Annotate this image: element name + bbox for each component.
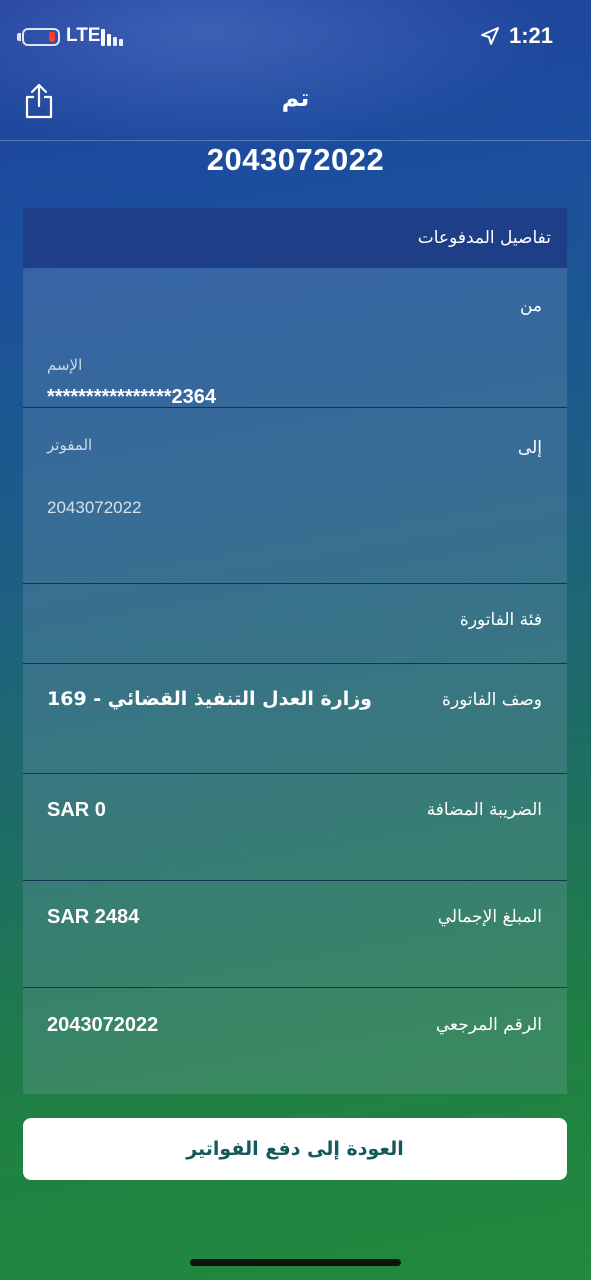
network-type: LTE xyxy=(66,25,101,46)
card-title: تفاصيل المدفوعات xyxy=(417,228,551,248)
row-from: من الإسم ****************2364 xyxy=(23,268,567,408)
row-total-amount: المبلغ الإجمالي SAR 2484 xyxy=(23,881,567,988)
bill-description-value: 169 - وزارة العدل التنفيذ القضائي xyxy=(47,688,372,710)
home-indicator[interactable] xyxy=(190,1259,401,1266)
bill-category-label: فئة الفاتورة xyxy=(459,610,542,630)
vat-label: الضريبة المضافة xyxy=(426,800,542,820)
payment-details-card: تفاصيل المدفوعات من الإسم **************… xyxy=(23,208,567,1094)
nav-divider xyxy=(0,140,591,141)
reference-number-label: الرقم المرجعي xyxy=(435,1015,542,1035)
from-sub-label: الإسم xyxy=(47,356,83,374)
from-value: ****************2364 xyxy=(47,386,217,408)
status-bar: LTE 1:21 xyxy=(0,0,591,76)
row-to: إلى المفوتر 2043072022 xyxy=(23,408,567,584)
row-bill-description: وصف الفاتورة 169 - وزارة العدل التنفيذ ا… xyxy=(23,664,567,774)
bill-description-label: وصف الفاتورة xyxy=(442,690,542,710)
page-title: تم xyxy=(281,84,310,112)
battery-cap xyxy=(17,33,21,41)
to-label: إلى xyxy=(517,438,542,458)
location-arrow-icon xyxy=(481,27,499,45)
total-amount-label: المبلغ الإجمالي xyxy=(437,907,542,927)
reference-number-value: 2043072022 xyxy=(47,1014,159,1036)
row-bill-category: فئة الفاتورة xyxy=(23,584,567,664)
row-vat: الضريبة المضافة SAR 0 xyxy=(23,774,567,881)
battery-level xyxy=(49,32,55,42)
reference-heading: 2043072022 xyxy=(206,142,385,177)
back-to-bill-payment-button[interactable]: العودة إلى دفع الفواتير xyxy=(23,1118,567,1180)
from-label: من xyxy=(519,296,542,316)
total-amount-value: SAR 2484 xyxy=(47,906,140,928)
to-sub-label: المفوتر xyxy=(47,436,93,454)
row-reference-number: الرقم المرجعي 2043072022 xyxy=(23,988,567,1094)
clock: 1:21 xyxy=(509,23,554,48)
card-header: تفاصيل المدفوعات xyxy=(23,208,567,268)
to-value: 2043072022 xyxy=(47,498,142,517)
signal-icon xyxy=(101,28,129,46)
battery-icon xyxy=(22,28,60,46)
vat-value: SAR 0 xyxy=(47,799,106,821)
